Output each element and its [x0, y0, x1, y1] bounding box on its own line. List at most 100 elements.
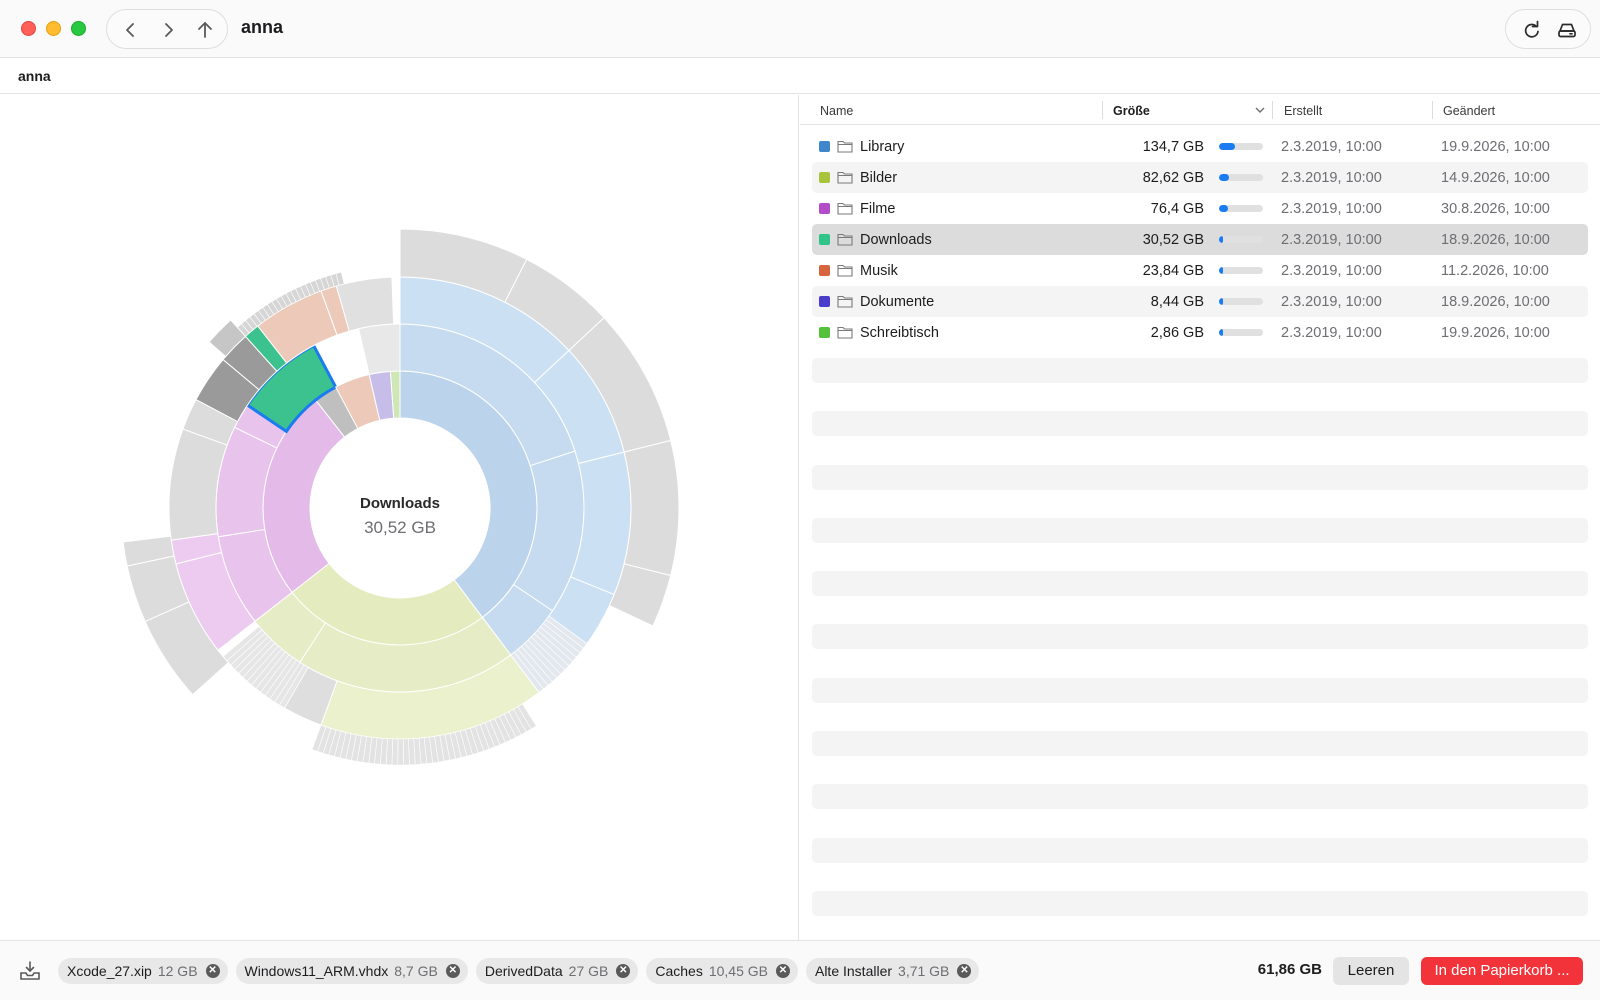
- created-date: 2.3.2019, 10:00: [1281, 170, 1382, 186]
- size-bar: [1219, 174, 1263, 181]
- size-bar-fill: [1219, 329, 1223, 336]
- modified-date: 14.9.2026, 10:00: [1441, 170, 1550, 186]
- empty-rows: [812, 358, 1588, 916]
- column-header-name[interactable]: Name: [820, 104, 853, 118]
- sunburst-segment-deep[interactable]: [358, 323, 401, 376]
- empty-row-placeholder: [812, 571, 1588, 597]
- remove-icon[interactable]: ✕: [445, 964, 460, 978]
- table-row[interactable]: Dokumente 8,44 GB 2.3.2019, 10:00 18.9.2026…: [812, 286, 1588, 317]
- collected-item-chip[interactable]: Xcode_27.xip 12 GB ✕: [58, 958, 228, 984]
- bottom-bar: Xcode_27.xip 12 GB ✕ Windows11_ARM.vhdx 8,7 …: [0, 940, 1600, 1000]
- color-swatch: [819, 234, 830, 245]
- modified-date: 18.9.2026, 10:00: [1441, 294, 1550, 310]
- drive-icon: [1558, 23, 1576, 38]
- empty-row-placeholder: [812, 411, 1588, 437]
- forward-button[interactable]: [154, 16, 182, 44]
- disk-button[interactable]: [1554, 17, 1580, 43]
- color-swatch: [819, 265, 830, 276]
- table-row[interactable]: Musik 23,84 GB 2.3.2019, 10:00 11.2.2026, 1…: [812, 255, 1588, 286]
- modified-date: 11.2.2026, 10:00: [1441, 263, 1549, 279]
- created-date: 2.3.2019, 10:00: [1281, 201, 1382, 217]
- chip-size: 12 GB: [157, 963, 198, 979]
- collected-item-chip[interactable]: Windows11_ARM.vhdx 8,7 GB ✕: [235, 958, 468, 984]
- move-to-trash-button[interactable]: In den Papierkorb ...: [1421, 957, 1583, 985]
- breadcrumb: anna: [0, 58, 1600, 94]
- chip-name: Caches: [655, 963, 703, 979]
- empty-row-placeholder: [812, 624, 1588, 650]
- chevron-left-icon: [126, 23, 134, 37]
- collected-items: Xcode_27.xip 12 GB ✕ Windows11_ARM.vhdx 8,7 …: [58, 958, 980, 984]
- folder-icon: [837, 171, 853, 184]
- table-row[interactable]: Library 134,7 GB 2.3.2019, 10:00 19.9.2026,…: [812, 131, 1588, 162]
- column-separator: [1272, 101, 1273, 119]
- up-button[interactable]: [191, 16, 219, 44]
- table-row[interactable]: Schreibtisch 2,86 GB 2.3.2019, 10:00 19.9.2…: [812, 317, 1588, 348]
- collection-tray-button[interactable]: [18, 959, 42, 983]
- file-name: Musik: [860, 263, 898, 279]
- size-bar-fill: [1219, 267, 1223, 274]
- table-row[interactable]: Downloads 30,52 GB 2.3.2019, 10:00 18.9.202…: [812, 224, 1588, 255]
- modified-date: 19.9.2026, 10:00: [1441, 325, 1550, 341]
- arrow-up-icon: [198, 22, 212, 38]
- created-date: 2.3.2019, 10:00: [1281, 139, 1382, 155]
- file-size: 76,4 GB: [1150, 201, 1204, 217]
- color-swatch: [819, 141, 830, 152]
- toolbar-right-group: [1505, 9, 1591, 49]
- size-bar-fill: [1219, 205, 1228, 212]
- modified-date: 19.9.2026, 10:00: [1441, 139, 1550, 155]
- collected-item-chip[interactable]: Alte Installer 3,71 GB ✕: [805, 958, 980, 984]
- remove-icon[interactable]: ✕: [957, 964, 972, 978]
- table-row[interactable]: Filme 76,4 GB 2.3.2019, 10:00 30.8.2026, 10…: [812, 193, 1588, 224]
- size-bar-fill: [1219, 143, 1235, 150]
- remove-icon[interactable]: ✕: [616, 964, 631, 978]
- sunburst-segment-small-files[interactable]: [402, 738, 410, 766]
- remove-icon[interactable]: ✕: [205, 964, 220, 978]
- chip-name: Windows11_ARM.vhdx: [244, 963, 389, 979]
- file-name: Bilder: [860, 170, 898, 186]
- sunburst-pane: Downloads 30,52 GB: [0, 95, 799, 940]
- folder-icon: [837, 233, 853, 246]
- empty-row-placeholder: [812, 784, 1588, 810]
- file-size: 23,84 GB: [1142, 263, 1204, 279]
- empty-row-placeholder: [812, 517, 1588, 543]
- remove-icon[interactable]: ✕: [775, 964, 790, 978]
- collected-item-chip[interactable]: DerivedData 27 GB ✕: [475, 958, 639, 984]
- table-body: Library 134,7 GB 2.3.2019, 10:00 19.9.2026,…: [812, 131, 1588, 944]
- file-name: Dokumente: [860, 294, 935, 310]
- column-separator: [1102, 101, 1103, 119]
- modified-date: 30.8.2026, 10:00: [1441, 201, 1550, 217]
- file-name: Downloads: [860, 232, 932, 248]
- back-button[interactable]: [117, 16, 145, 44]
- file-name: Library: [860, 139, 905, 155]
- empty-row-placeholder: [812, 890, 1588, 916]
- close-window-button[interactable]: [21, 21, 36, 36]
- column-header-size[interactable]: Größe: [1113, 104, 1150, 118]
- empty-button[interactable]: Leeren: [1333, 957, 1409, 985]
- sunburst-segment-deep[interactable]: [623, 439, 680, 577]
- maximize-window-button[interactable]: [71, 21, 86, 36]
- navigation-group: [106, 9, 228, 49]
- sunburst-center-size: 30,52 GB: [364, 518, 436, 537]
- empty-row-placeholder: [812, 731, 1588, 757]
- breadcrumb-item[interactable]: anna: [18, 68, 51, 84]
- empty-row-placeholder: [812, 837, 1588, 863]
- size-bar: [1219, 329, 1263, 336]
- file-size: 82,62 GB: [1142, 170, 1204, 186]
- column-header-created[interactable]: Erstellt: [1284, 104, 1322, 118]
- title-bar: anna: [0, 0, 1600, 58]
- created-date: 2.3.2019, 10:00: [1281, 294, 1382, 310]
- minimize-window-button[interactable]: [46, 21, 61, 36]
- table-header: Name Größe Erstellt Geändert: [800, 95, 1600, 125]
- size-bar-fill: [1219, 174, 1229, 181]
- folder-icon: [837, 264, 853, 277]
- modified-date: 18.9.2026, 10:00: [1441, 232, 1550, 248]
- column-header-modified[interactable]: Geändert: [1443, 104, 1495, 118]
- file-table: Name Größe Erstellt Geändert Library 134,…: [800, 95, 1600, 940]
- refresh-button[interactable]: [1519, 17, 1545, 43]
- table-row[interactable]: Bilder 82,62 GB 2.3.2019, 10:00 14.9.2026, …: [812, 162, 1588, 193]
- collected-item-chip[interactable]: Caches 10,45 GB ✕: [646, 958, 798, 984]
- file-size: 134,7 GB: [1142, 139, 1204, 155]
- size-bar: [1219, 236, 1263, 243]
- chip-name: DerivedData: [484, 963, 563, 979]
- sunburst-segment-small-files[interactable]: [397, 738, 404, 766]
